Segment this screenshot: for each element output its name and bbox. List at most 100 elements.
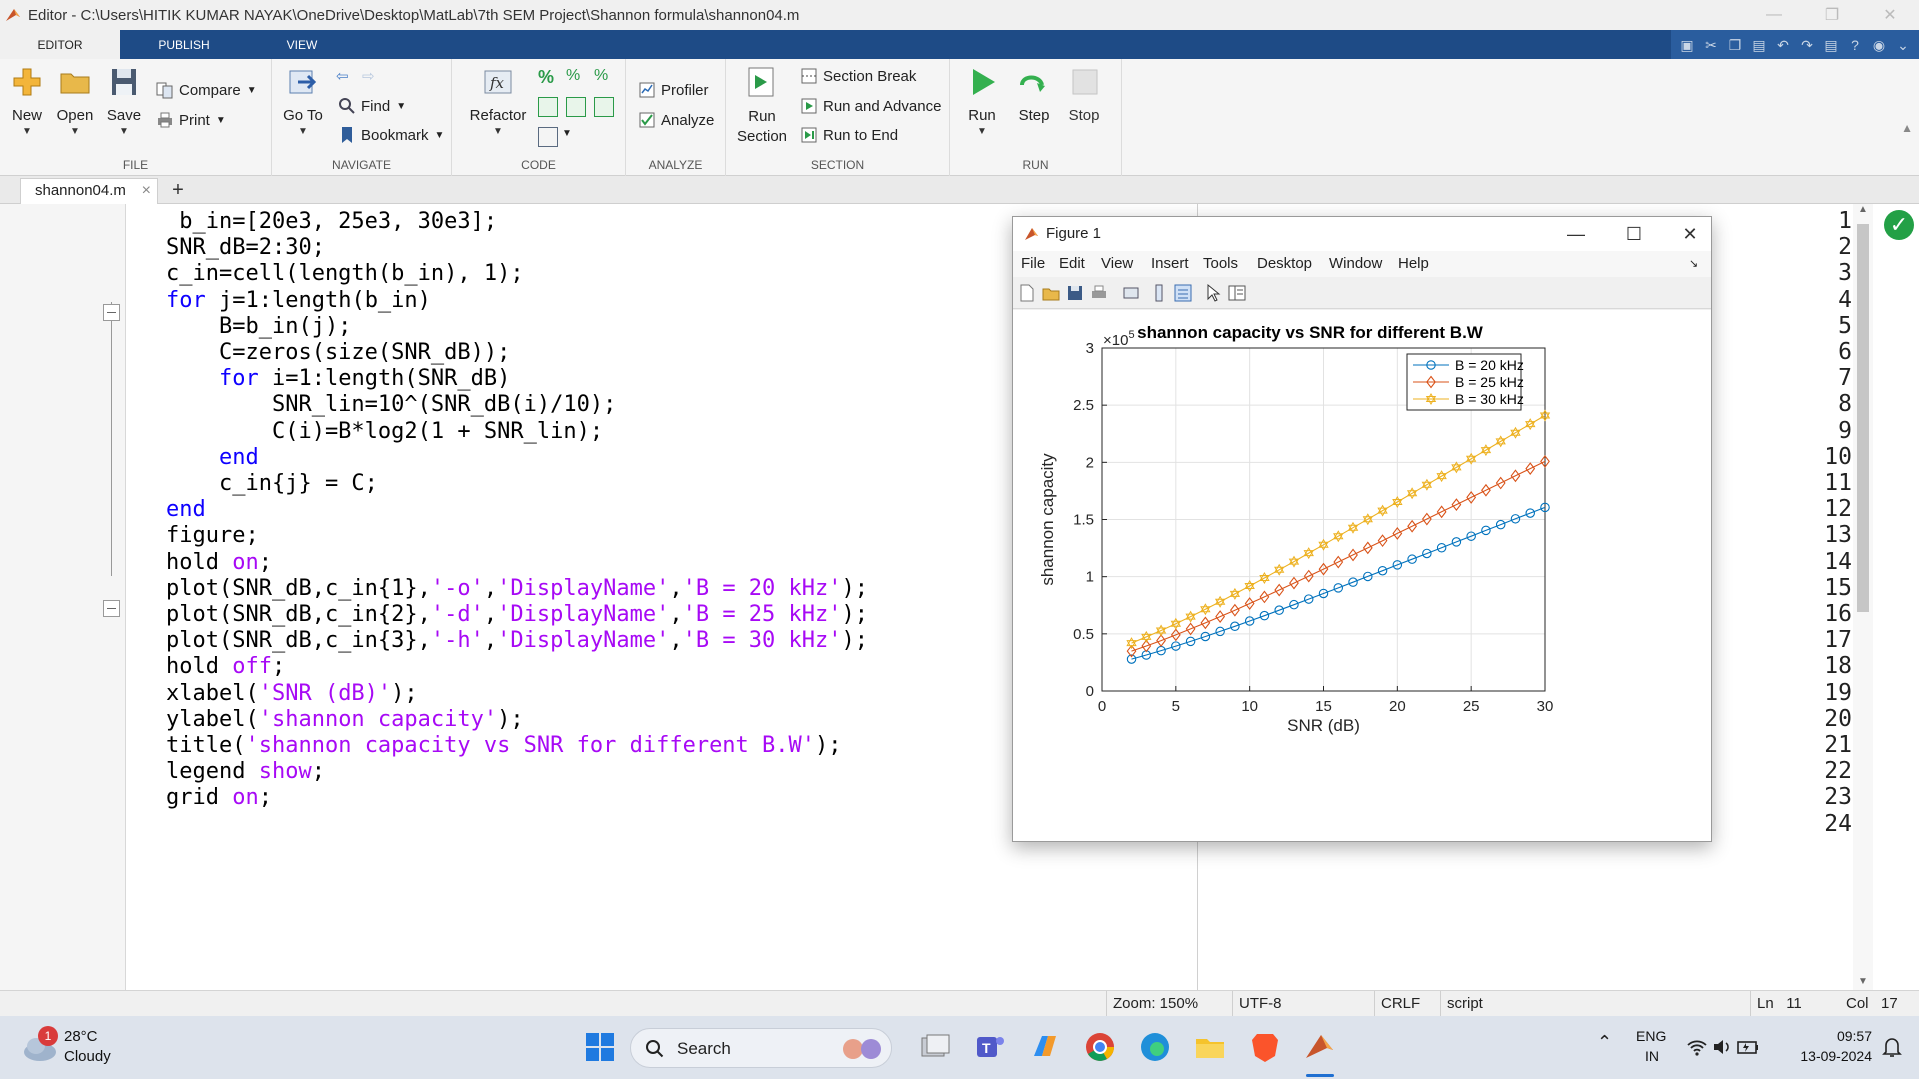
insert-legend-icon[interactable] (1173, 283, 1193, 303)
edit-plot-pointer-icon[interactable] (1203, 283, 1223, 303)
code-line[interactable]: plot(SNR_dB,c_in{1},'-o','DisplayName','… (166, 576, 868, 601)
search-docs-icon[interactable]: ◉ (1867, 35, 1891, 55)
copilot-icon[interactable] (1028, 1030, 1062, 1064)
figure-close-button[interactable]: ✕ (1667, 217, 1713, 251)
help-icon[interactable]: ? (1843, 35, 1867, 55)
figure-menu-tools[interactable]: Tools (1203, 251, 1238, 277)
open-button[interactable]: Open ▼ (55, 65, 95, 137)
chrome-icon[interactable] (1083, 1030, 1117, 1064)
scroll-thumb[interactable] (1857, 224, 1869, 612)
link-plot-icon[interactable] (1121, 283, 1141, 303)
restore-button[interactable]: ❐ (1803, 0, 1861, 30)
fold-toggle-for[interactable] (103, 304, 120, 321)
file-explorer-icon[interactable] (1193, 1030, 1227, 1064)
figure-titlebar[interactable]: Figure 1 — ☐ ✕ (1013, 217, 1711, 251)
figure-canvas[interactable]: 0 5 10 15 20 25 30 0 0.5 1 1.5 2 2.5 3 shannon capaci… (1013, 310, 1711, 841)
run-to-end-button[interactable]: Run to End (800, 126, 898, 144)
code-line[interactable]: legend show; (166, 759, 325, 784)
clock-date[interactable]: 13-09-2024 (1786, 1048, 1872, 1064)
code-line[interactable]: SNR_dB=2:30; (166, 235, 325, 260)
volume-icon[interactable] (1711, 1036, 1733, 1058)
minimize-button[interactable]: — (1745, 0, 1803, 30)
code-line[interactable]: C(i)=B*log2(1 + SNR_lin); (166, 419, 603, 444)
tab-view[interactable]: VIEW (268, 30, 336, 59)
save-button[interactable]: Save ▼ (104, 65, 144, 137)
switch-windows-icon[interactable]: ▤ (1819, 35, 1843, 55)
new-tab-button[interactable]: + (164, 178, 192, 202)
code-line[interactable]: c_in=cell(length(b_in), 1); (166, 261, 524, 286)
chart[interactable]: 0 5 10 15 20 25 30 0 0.5 1 1.5 2 2.5 3 shannon capaci… (1013, 310, 1711, 841)
code-line[interactable]: ylabel('shannon capacity'); (166, 707, 524, 732)
figure-menu-view[interactable]: View (1101, 251, 1133, 277)
property-inspector-icon[interactable] (1227, 283, 1247, 303)
code-line[interactable]: b_in=[20e3, 25e3, 30e3]; (166, 209, 497, 234)
save-icon[interactable]: ▣ (1675, 35, 1699, 55)
compare-button[interactable]: Compare ▼ (156, 81, 257, 99)
code-line[interactable]: title('shannon capacity vs SNR for diffe… (166, 733, 842, 758)
figure-minimize-button[interactable]: — (1553, 217, 1599, 251)
forward-arrow-icon[interactable]: ⇨ (362, 67, 375, 85)
section-break-button[interactable]: Section Break (800, 67, 916, 85)
analyze-button[interactable]: Analyze (638, 111, 714, 129)
code-line[interactable]: end (166, 445, 259, 470)
scroll-down-icon[interactable]: ▼ (1853, 976, 1873, 990)
insert-colorbar-icon[interactable] (1149, 283, 1169, 303)
refactor-button[interactable]: fx Refactor ▼ (466, 65, 530, 137)
comment-percent-icon[interactable]: % (538, 67, 558, 87)
code-line[interactable]: B=b_in(j); (166, 314, 351, 339)
code-analyzer-ok-icon[interactable]: ✓ (1884, 210, 1914, 240)
code-line[interactable]: hold on; (166, 550, 272, 575)
find-button[interactable]: Find ▼ (338, 97, 406, 115)
figure-menu-desktop[interactable]: Desktop (1257, 251, 1312, 277)
figure-menu-window[interactable]: Window (1329, 251, 1382, 277)
scroll-up-icon[interactable]: ▲ (1853, 204, 1873, 218)
figure-menu-file[interactable]: File (1021, 251, 1045, 277)
figure-window[interactable]: Figure 1 — ☐ ✕ File Edit View Insert Too… (1012, 216, 1712, 842)
taskbar-search[interactable]: Search (630, 1028, 892, 1068)
expand-icon[interactable]: ⌄ (1891, 35, 1915, 55)
paste-icon[interactable]: ▤ (1747, 35, 1771, 55)
uncomment-icon[interactable]: % (566, 67, 586, 87)
edge-icon[interactable] (1138, 1030, 1172, 1064)
chevron-down-icon[interactable]: ▼ (562, 128, 572, 139)
new-button[interactable]: New ▼ (8, 65, 46, 137)
series-3[interactable] (1126, 409, 1551, 650)
smart-indent-icon[interactable] (538, 97, 558, 117)
increase-indent-icon[interactable] (594, 97, 614, 117)
fold-toggle-for-inner[interactable] (103, 600, 120, 617)
dock-arrow-icon[interactable]: ↘ (1689, 251, 1698, 277)
code-line[interactable]: xlabel('SNR (dB)'); (166, 681, 418, 706)
clock-time[interactable]: 09:57 (1804, 1028, 1872, 1044)
figure-menu-insert[interactable]: Insert (1151, 251, 1189, 277)
copy-icon[interactable]: ❐ (1723, 35, 1747, 55)
editor-vertical-scrollbar[interactable]: ▲ ▼ (1853, 204, 1873, 990)
series-2[interactable] (1126, 455, 1550, 658)
tab-editor[interactable]: EDITOR (0, 30, 120, 59)
stop-button[interactable]: Stop (1064, 65, 1104, 124)
run-and-advance-button[interactable]: Run and Advance (800, 97, 941, 115)
back-arrow-icon[interactable]: ⇦ (336, 67, 349, 85)
save-figure-icon[interactable] (1065, 283, 1085, 303)
code-line[interactable]: SNR_lin=10^(SNR_dB(i)/10); (166, 392, 616, 417)
undo-icon[interactable]: ↶ (1771, 35, 1795, 55)
code-line[interactable]: end (166, 497, 206, 522)
profiler-button[interactable]: Profiler (638, 81, 709, 99)
code-line[interactable]: for i=1:length(SNR_dB) (166, 366, 510, 391)
matlab-taskbar-icon[interactable] (1303, 1030, 1337, 1064)
new-figure-icon[interactable] (1017, 283, 1037, 303)
figure-menu-help[interactable]: Help (1398, 251, 1429, 277)
print-figure-icon[interactable] (1089, 283, 1109, 303)
notification-bell-icon[interactable] (1882, 1036, 1902, 1058)
run-button[interactable]: Run ▼ (962, 65, 1002, 137)
figure-menu-edit[interactable]: Edit (1059, 251, 1085, 277)
code-line[interactable]: figure; (166, 523, 259, 548)
run-section-button[interactable]: Run Section (734, 65, 790, 147)
code-line[interactable]: plot(SNR_dB,c_in{2},'-d','DisplayName','… (166, 602, 868, 627)
editor-file-tab[interactable]: shannon04.m × (20, 178, 158, 204)
code-line[interactable]: for j=1:length(b_in) (166, 288, 431, 313)
wifi-icon[interactable] (1686, 1036, 1708, 1058)
language-label[interactable]: ENG (1636, 1028, 1666, 1044)
code-insert-icon[interactable] (538, 127, 558, 147)
code-line[interactable]: c_in{j} = C; (166, 471, 378, 496)
close-button[interactable]: ✕ (1861, 0, 1919, 30)
